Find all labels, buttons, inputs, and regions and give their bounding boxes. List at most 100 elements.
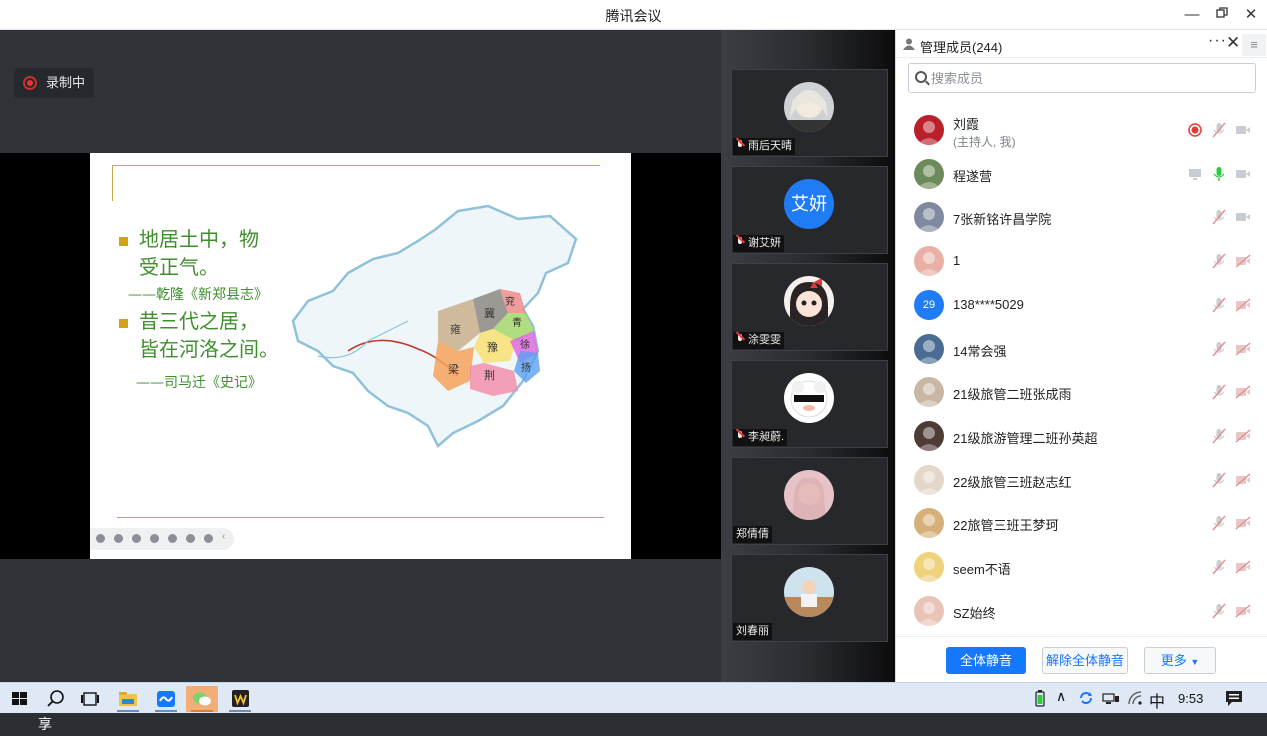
video-off-icon[interactable] <box>1235 472 1251 488</box>
video-tile[interactable]: 李昶蔚. <box>731 360 888 448</box>
select-icon[interactable] <box>150 534 159 543</box>
search-input[interactable] <box>931 69 1231 87</box>
mic-on-icon[interactable] <box>1211 166 1227 182</box>
tencent-meeting-icon[interactable] <box>150 686 182 712</box>
video-off-icon[interactable] <box>1235 297 1251 313</box>
screen-share-icon[interactable] <box>1187 166 1203 182</box>
sync-icon[interactable] <box>1078 690 1094 706</box>
member-row[interactable]: 程遂营 <box>896 153 1266 196</box>
mic-off-icon <box>736 334 744 344</box>
participant-name: 李昶蔚. <box>733 429 788 446</box>
mic-off-icon[interactable] <box>1211 428 1227 444</box>
video-off-icon[interactable] <box>1235 559 1251 575</box>
unmute-all-button[interactable]: 解除全体静音 <box>1042 647 1128 674</box>
mic-off-icon[interactable] <box>1211 341 1227 357</box>
mic-off-icon[interactable] <box>1211 515 1227 531</box>
close-panel-icon[interactable]: ✕ <box>1226 33 1240 53</box>
map-label: 荆 <box>484 369 495 382</box>
mic-off-icon[interactable] <box>1211 253 1227 269</box>
member-name: 22级旅管三班赵志红 <box>953 474 1072 490</box>
chevron-up-icon[interactable]: ∧ <box>1056 688 1066 705</box>
notification-icon[interactable] <box>1225 690 1243 707</box>
avatar <box>914 552 944 582</box>
camera-icon[interactable] <box>168 534 177 543</box>
video-tile[interactable]: 艾妍 谢艾妍 <box>731 166 888 254</box>
panel-menu-icon[interactable]: ≡ <box>1242 34 1266 56</box>
file-explorer-icon[interactable] <box>112 686 144 712</box>
member-row[interactable]: 1 <box>896 240 1266 283</box>
more-button[interactable]: 更多 ▼ <box>1144 647 1216 674</box>
collapse-icon[interactable]: ‹ <box>222 531 231 542</box>
video-tile[interactable]: 雨后天晴 <box>731 69 888 157</box>
record-icon <box>23 76 37 90</box>
clock[interactable]: 9:53 <box>1178 691 1203 706</box>
video-off-icon[interactable] <box>1235 428 1251 444</box>
slide-line-4: 皆在河洛之间。 <box>139 337 279 361</box>
mic-off-icon[interactable] <box>1211 603 1227 619</box>
slide-left-rule <box>112 165 113 201</box>
video-tile[interactable]: 郑倩倩 <box>731 457 888 545</box>
avatar <box>914 595 944 626</box>
video-off-icon[interactable] <box>1235 253 1251 269</box>
network-icon[interactable] <box>1102 691 1120 705</box>
slide-toolbar[interactable]: ‹ <box>90 528 234 550</box>
mic-off-icon[interactable] <box>1211 122 1227 138</box>
mute-all-button[interactable]: 全体静音 <box>946 647 1026 674</box>
member-row[interactable]: SZ始终 <box>896 590 1266 633</box>
member-row[interactable]: 22级旅管三班赵志红 <box>896 459 1266 502</box>
video-tile[interactable]: 涂雯雯 <box>731 263 888 351</box>
mic-off-icon[interactable] <box>1211 559 1227 575</box>
more-options-icon[interactable]: ··· <box>1208 32 1227 50</box>
video-icon[interactable] <box>1235 209 1251 225</box>
task-view-icon[interactable] <box>74 686 106 712</box>
video-icon[interactable] <box>1235 166 1251 182</box>
video-off-icon[interactable] <box>1235 341 1251 357</box>
avatar <box>914 333 944 364</box>
avatar <box>914 508 944 539</box>
panel-header: 管理成员(244) ··· ✕ ≡ <box>896 30 1267 58</box>
wps-icon[interactable] <box>224 686 256 712</box>
slide-line-2: 受正气。 <box>139 255 219 279</box>
battery-icon[interactable] <box>1034 690 1046 707</box>
member-row[interactable]: 7张新铭许昌学院 <box>896 196 1266 239</box>
restore-icon <box>1216 7 1228 18</box>
member-row[interactable]: seem不语 <box>896 546 1266 589</box>
video-tile[interactable]: 刘春丽 <box>731 554 888 642</box>
member-row[interactable]: 刘霞 (主持人, 我) <box>896 109 1266 152</box>
mic-off-icon[interactable] <box>1211 297 1227 313</box>
participant-name: 刘春丽 <box>733 623 772 640</box>
china-map-illustration: 雍 冀 兖 青 豫 徐 梁 荆 扬 <box>291 204 578 448</box>
restore-button[interactable] <box>1211 4 1233 26</box>
member-row[interactable]: 29 138****5029 <box>896 284 1266 327</box>
avatar: 艾妍 <box>784 179 834 229</box>
member-row[interactable]: 22旅管三班王梦珂 <box>896 502 1266 545</box>
member-name: 21级旅管二班张成雨 <box>953 387 1072 403</box>
mic-off-icon[interactable] <box>1211 384 1227 400</box>
more-icon[interactable] <box>204 534 213 543</box>
member-search[interactable] <box>908 63 1256 93</box>
windows-start-icon[interactable] <box>4 686 36 712</box>
panel-footer: 全体静音 解除全体静音 更多 ▼ <box>896 636 1267 682</box>
recording-indicator[interactable]: 录制中 <box>14 68 94 98</box>
record-icon[interactable] <box>1187 122 1203 138</box>
ime-indicator[interactable]: 中 <box>1149 688 1165 712</box>
member-row[interactable]: 21级旅管二班张成雨 <box>896 371 1266 414</box>
next-slide-icon[interactable] <box>114 534 123 543</box>
map-label: 兖 <box>505 295 515 308</box>
wifi-icon[interactable] <box>1127 690 1143 706</box>
member-row[interactable]: 21级旅游管理二班孙英超 <box>896 415 1266 458</box>
member-row[interactable]: 14常会强 <box>896 328 1266 371</box>
video-off-icon[interactable] <box>1235 603 1251 619</box>
close-button[interactable]: ✕ <box>1240 4 1262 26</box>
minimize-button[interactable]: — <box>1181 4 1203 26</box>
prev-slide-icon[interactable] <box>96 534 105 543</box>
mic-off-icon[interactable] <box>1211 472 1227 488</box>
comment-icon[interactable] <box>186 534 195 543</box>
search-icon[interactable] <box>40 686 72 712</box>
wechat-icon[interactable] <box>186 686 218 712</box>
video-off-icon[interactable] <box>1235 515 1251 531</box>
mic-off-icon[interactable] <box>1211 209 1227 225</box>
video-icon[interactable] <box>1235 122 1251 138</box>
pen-icon[interactable] <box>132 534 141 543</box>
video-off-icon[interactable] <box>1235 384 1251 400</box>
